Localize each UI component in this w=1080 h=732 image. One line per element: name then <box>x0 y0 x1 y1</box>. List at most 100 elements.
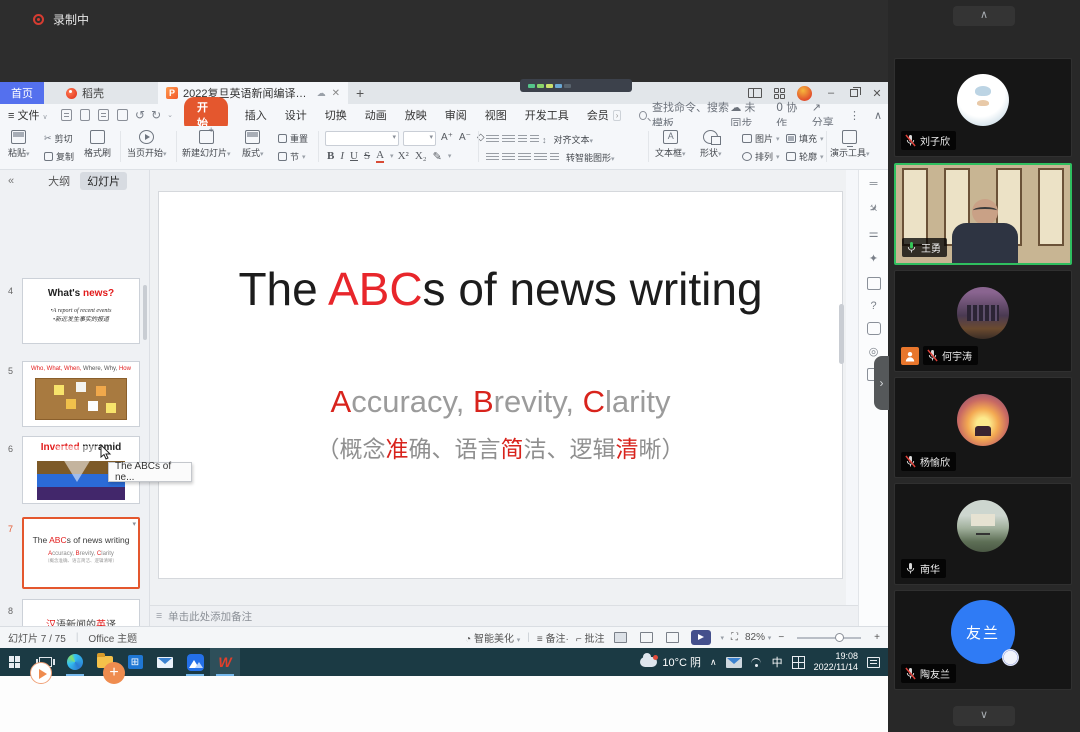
smartart-button[interactable]: 转智能图形▾ <box>566 151 615 164</box>
properties-sliders-icon[interactable]: ⚌ <box>859 227 888 240</box>
participant-tile[interactable]: 杨愉欣 <box>894 377 1072 478</box>
more-menu-icon[interactable]: ⋮ <box>849 109 860 122</box>
strip-handle-icon[interactable]: ═ <box>859 178 888 190</box>
menu-tab-review[interactable]: 审阅 <box>445 107 467 123</box>
fill-button[interactable]: 填充▾ <box>786 132 824 145</box>
fit-slide-icon[interactable]: ⛶ <box>731 632 738 643</box>
zoom-out-button[interactable]: − <box>778 632 784 643</box>
align-center-icon[interactable] <box>502 153 515 162</box>
restore-button[interactable] <box>850 89 858 97</box>
increase-indent-icon[interactable] <box>530 135 539 144</box>
collapse-panel-icon[interactable]: « <box>8 175 14 187</box>
tab-home[interactable]: 首页 <box>0 82 44 104</box>
align-left-icon[interactable] <box>486 153 499 162</box>
slide-thumb-5[interactable]: Who, What, When, Where, Why, How <box>22 361 140 427</box>
slide-thumb-4[interactable]: What's news? •A report of recent events … <box>22 278 140 344</box>
cut-button[interactable]: ✂剪切 <box>44 132 73 145</box>
toolbar-more-icon[interactable]: ⌄ <box>167 111 173 119</box>
menu-tab-transition[interactable]: 切换 <box>325 107 347 123</box>
menu-tab-member[interactable]: 会员 <box>587 107 609 123</box>
floating-toolbar[interactable] <box>520 79 632 92</box>
reading-view-icon[interactable] <box>666 632 679 643</box>
notes-bar[interactable]: ≡ 单击此处添加备注 <box>150 605 858 626</box>
sorter-view-icon[interactable] <box>640 632 653 643</box>
clock[interactable]: 19:08 2022/11/14 <box>814 651 858 674</box>
tab-docer[interactable]: 稻壳 <box>58 82 112 104</box>
superscript-button[interactable]: X² <box>398 150 409 162</box>
copy-button[interactable]: 复制 <box>44 150 74 163</box>
new-tab-button[interactable]: + <box>348 82 372 104</box>
shapes-button[interactable]: 形状▾ <box>700 129 722 159</box>
undo-icon[interactable]: ↺ <box>135 108 145 122</box>
zoom-knob[interactable] <box>835 633 844 642</box>
slide-thumb-7-selected[interactable]: The ABCs of news writing Accuracy, Brevi… <box>22 517 140 589</box>
bold-button[interactable]: B <box>327 150 334 162</box>
format-painter-button[interactable]: 格式刷 <box>84 129 111 159</box>
start-button[interactable] <box>0 648 30 676</box>
preview-icon[interactable] <box>117 109 128 121</box>
tray-device-icon[interactable] <box>726 657 742 668</box>
ime-grid-icon[interactable] <box>792 656 805 669</box>
slides-tab[interactable]: 幻灯片 <box>80 172 127 190</box>
mail-taskbar-item[interactable] <box>150 648 180 676</box>
play-from-current-button[interactable]: 当页开始▾ <box>127 129 167 159</box>
align-text-button[interactable]: 对齐文本▾ <box>554 133 594 146</box>
presentation-tools-button[interactable]: 演示工具▾ <box>830 129 870 159</box>
underline-button[interactable]: U <box>350 150 358 162</box>
panel-collapse-handle[interactable]: › <box>874 356 889 410</box>
menu-tab-devtools[interactable]: 开发工具 <box>525 107 569 123</box>
save-icon[interactable] <box>61 109 72 121</box>
collapse-ribbon-icon[interactable]: ∧ <box>874 109 882 122</box>
italic-button[interactable]: I <box>340 150 344 162</box>
menu-tab-design[interactable]: 设计 <box>285 107 307 123</box>
tray-expand-icon[interactable]: ∧ <box>710 657 717 668</box>
comments-button[interactable]: ⌐ 批注 <box>576 630 605 645</box>
participant-tile[interactable]: 刘子欣 <box>894 58 1072 157</box>
wifi-icon[interactable] <box>751 658 763 667</box>
font-size-select[interactable] <box>403 131 436 146</box>
strikethrough-button[interactable]: S <box>364 150 370 162</box>
participant-tile[interactable]: 南华 <box>894 483 1072 585</box>
menu-tab-view[interactable]: 视图 <box>485 107 507 123</box>
textbox-button[interactable]: 文本框▾ <box>655 129 686 159</box>
canvas-scrollbar[interactable] <box>839 304 844 364</box>
outline-button[interactable]: 轮廓▾ <box>786 150 824 163</box>
effects-star-icon[interactable]: ✦ <box>859 252 888 265</box>
minimize-button[interactable]: – <box>824 87 838 99</box>
justify-icon[interactable] <box>534 153 547 162</box>
close-button[interactable]: ✕ <box>870 87 884 100</box>
panel-scrollbar[interactable] <box>143 285 147 340</box>
reset-button[interactable]: 重置 <box>278 132 308 145</box>
close-doc-tab-icon[interactable]: ✕ <box>332 88 340 99</box>
decrease-font-button[interactable]: A⁻ <box>459 132 471 143</box>
participant-tile[interactable]: 友兰 陶友兰 <box>894 590 1072 690</box>
menu-tab-insert[interactable]: 插入 <box>245 107 267 123</box>
ime-language[interactable]: 中 <box>772 654 783 670</box>
layout-single-icon[interactable] <box>748 88 762 98</box>
menu-tab-animation[interactable]: 动画 <box>365 107 387 123</box>
file-menu[interactable]: ≡ 文件 ∨ <box>8 107 48 123</box>
add-slide-quick-button[interactable]: + <box>103 662 125 684</box>
numbering-icon[interactable] <box>502 135 515 144</box>
notes-toggle-button[interactable]: ≡ 备注· <box>537 630 569 645</box>
current-slide[interactable]: The ABCs of news writing Accuracy, Brevi… <box>158 191 843 579</box>
smart-beautify-button[interactable]: ◔ 智能美化 ▾ <box>465 630 520 645</box>
decrease-indent-icon[interactable] <box>518 135 527 144</box>
picture-button[interactable]: 图片▾ <box>742 132 780 145</box>
print-icon[interactable] <box>98 109 109 121</box>
theme-label[interactable]: Office 主题 <box>88 630 137 645</box>
wps-taskbar-item[interactable]: W <box>210 648 240 676</box>
mirror-display-icon[interactable] <box>867 277 881 290</box>
paste-button[interactable]: 粘贴▾ <box>8 129 30 159</box>
outline-tab[interactable]: 大纲 <box>48 173 70 189</box>
weather-widget[interactable]: 10°C 阴 <box>640 654 701 670</box>
action-center-icon[interactable] <box>867 657 880 668</box>
subscript-button[interactable]: X₂ <box>415 150 427 162</box>
participant-tile[interactable]: 王勇 <box>894 163 1072 265</box>
zoom-slider[interactable] <box>797 637 861 639</box>
edge-taskbar-item[interactable] <box>60 648 90 676</box>
new-slide-button[interactable]: 新建幻灯片▾ <box>182 129 231 159</box>
export-icon[interactable] <box>80 109 91 121</box>
font-family-select[interactable] <box>325 131 399 146</box>
normal-view-icon[interactable] <box>614 632 627 643</box>
